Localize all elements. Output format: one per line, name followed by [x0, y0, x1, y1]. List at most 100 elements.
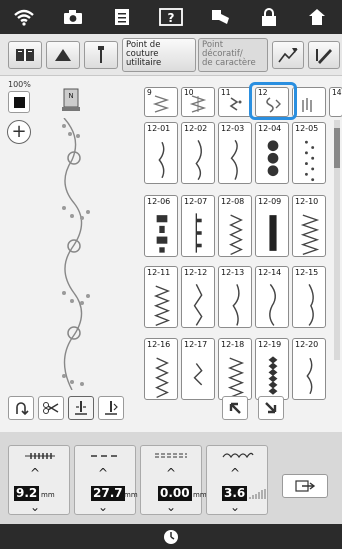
stitch-thumbnail-icon	[193, 363, 203, 386]
stitch-number: 12-10	[295, 197, 319, 206]
stitch-thumbnail-icon	[230, 139, 238, 180]
stitch-category-14[interactable]: 14	[329, 87, 342, 117]
stitch-cell-12-06[interactable]: 12-06	[144, 195, 178, 257]
stitch-cell-12-07[interactable]: 12-07	[181, 195, 215, 257]
tension-setting: ^ ⌄	[206, 445, 268, 515]
stitch-cell-12-15[interactable]: 12-15	[292, 266, 326, 328]
svg-text:?: ?	[167, 11, 174, 25]
stitch-number: 12-14	[258, 268, 282, 277]
clock-icon[interactable]	[163, 529, 179, 545]
svg-text:N: N	[68, 92, 73, 100]
stitch-number: 12-02	[184, 124, 208, 133]
memory-set-button[interactable]	[282, 474, 328, 498]
edit-tab-button[interactable]	[308, 41, 340, 69]
stitch-thumbnail-icon	[268, 356, 278, 395]
zoom-in-button[interactable]: +	[7, 120, 31, 144]
stitch-thumbnail-icon	[306, 357, 313, 395]
width-increase-button[interactable]: ^	[30, 466, 40, 480]
stitch-cell-12-10[interactable]: 12-10	[292, 195, 326, 257]
stitch-thumbnail-icon	[300, 214, 320, 256]
stitch-category-10[interactable]: 10	[181, 87, 215, 117]
top-bar: ?	[0, 0, 342, 34]
length-setting: ^ ⌄	[74, 445, 136, 515]
tension-increase-button[interactable]: ^	[230, 466, 240, 480]
scroll-thumb[interactable]	[334, 128, 340, 168]
book-icon	[16, 49, 34, 61]
color-toggle-button[interactable]	[8, 91, 30, 113]
draw-tab-button[interactable]	[272, 41, 304, 69]
thread-icon[interactable]	[206, 5, 234, 29]
stitch-thumbnail-icon	[305, 140, 315, 182]
stitch-cell-12-08[interactable]: 12-08	[218, 195, 252, 257]
help-icon[interactable]: ?	[157, 5, 185, 29]
width-decrease-button[interactable]: ⌄	[30, 500, 40, 514]
stitch-thumbnail-icon	[232, 284, 240, 326]
document-icon[interactable]	[108, 5, 136, 29]
stitch-cell-12-18[interactable]: 12-18	[218, 338, 252, 400]
offset-unit: mm	[193, 491, 207, 499]
needle-tab-button[interactable]	[84, 41, 118, 69]
width-icon	[25, 453, 55, 459]
stitch-thumbnail-icon	[269, 283, 276, 326]
category-number: 11	[221, 88, 231, 97]
tension-value: 3.6	[222, 486, 248, 501]
offset-increase-button[interactable]: ^	[166, 466, 176, 480]
pivot-button[interactable]	[98, 396, 124, 420]
tension-decrease-button[interactable]: ⌄	[230, 500, 240, 514]
stitch-thumbnail-icon	[195, 213, 202, 253]
stitch-number: 12-15	[295, 268, 319, 277]
stitch-number: 12-16	[147, 340, 171, 349]
scroll-up-button[interactable]	[222, 396, 248, 420]
stitch-thumbnail-icon	[155, 357, 169, 399]
stitch-category-13[interactable]	[292, 87, 326, 117]
stitch-cell-12-12[interactable]: 12-12	[181, 266, 215, 328]
cover-up-tab-button[interactable]	[46, 41, 80, 69]
tab-decorative-stitch[interactable]: Point décoratif/ de caractère	[198, 38, 268, 72]
length-decrease-button[interactable]: ⌄	[98, 500, 108, 514]
length-increase-button[interactable]: ^	[98, 466, 108, 480]
wifi-icon[interactable]	[10, 5, 38, 29]
stitch-cell-12-09[interactable]: 12-09	[255, 195, 289, 257]
plus-icon: +	[11, 121, 27, 142]
stitch-number: 12-17	[184, 340, 208, 349]
home-icon[interactable]	[303, 5, 331, 29]
camera-icon[interactable]	[59, 5, 87, 29]
stitch-cell-12-13[interactable]: 12-13	[218, 266, 252, 328]
tension-icon	[222, 452, 254, 459]
stitch-cell-12-14[interactable]: 12-14	[255, 266, 289, 328]
length-unit: mm	[124, 491, 138, 499]
tab-utility-stitch[interactable]: Point de couture utilitaire	[122, 38, 196, 72]
lock-icon[interactable]	[255, 5, 283, 29]
stitch-cell-12-19[interactable]: 12-19	[255, 338, 289, 400]
stitch-thumbnail-icon	[302, 98, 312, 112]
stitch-cell-12-20[interactable]: 12-20	[292, 338, 326, 400]
stitch-cell-12-02[interactable]: 12-02	[181, 122, 215, 184]
stitch-number: 12-20	[295, 340, 319, 349]
width-value: 9.2	[14, 486, 40, 501]
stitch-category-11[interactable]: 11	[218, 87, 252, 117]
stitch-cell-12-01[interactable]: 12-01	[144, 122, 178, 184]
stitch-number: 12-09	[258, 197, 282, 206]
stitch-preview	[62, 118, 90, 390]
needle-stop-up-button[interactable]	[68, 396, 94, 420]
stitch-cell-12-17[interactable]: 12-17	[181, 338, 215, 400]
reverse-stitch-button[interactable]	[8, 396, 34, 420]
stitch-cell-12-03[interactable]: 12-03	[218, 122, 252, 184]
width-setting: ^ ⌄	[8, 445, 70, 515]
thread-cut-button[interactable]	[38, 396, 64, 420]
stitch-number: 12-04	[258, 124, 282, 133]
stitch-thumbnail-icon	[269, 215, 277, 251]
embroidery-tab-button[interactable]	[8, 41, 42, 69]
category-number: 14	[332, 88, 342, 97]
stitch-category-9[interactable]: 9	[144, 87, 178, 117]
triangle-icon	[55, 49, 71, 61]
scroll-down-button[interactable]	[258, 396, 284, 420]
stitch-cell-12-04[interactable]: 12-04	[255, 122, 289, 184]
stitch-cell-12-11[interactable]: 12-11	[144, 266, 178, 328]
stitch-thumbnail-icon	[267, 140, 279, 177]
stitch-cell-12-16[interactable]: 12-16	[144, 338, 178, 400]
stitch-number: 12-12	[184, 268, 208, 277]
needle-icon	[98, 46, 104, 63]
stitch-cell-12-05[interactable]: 12-05	[292, 122, 326, 184]
offset-decrease-button[interactable]: ⌄	[166, 500, 176, 514]
